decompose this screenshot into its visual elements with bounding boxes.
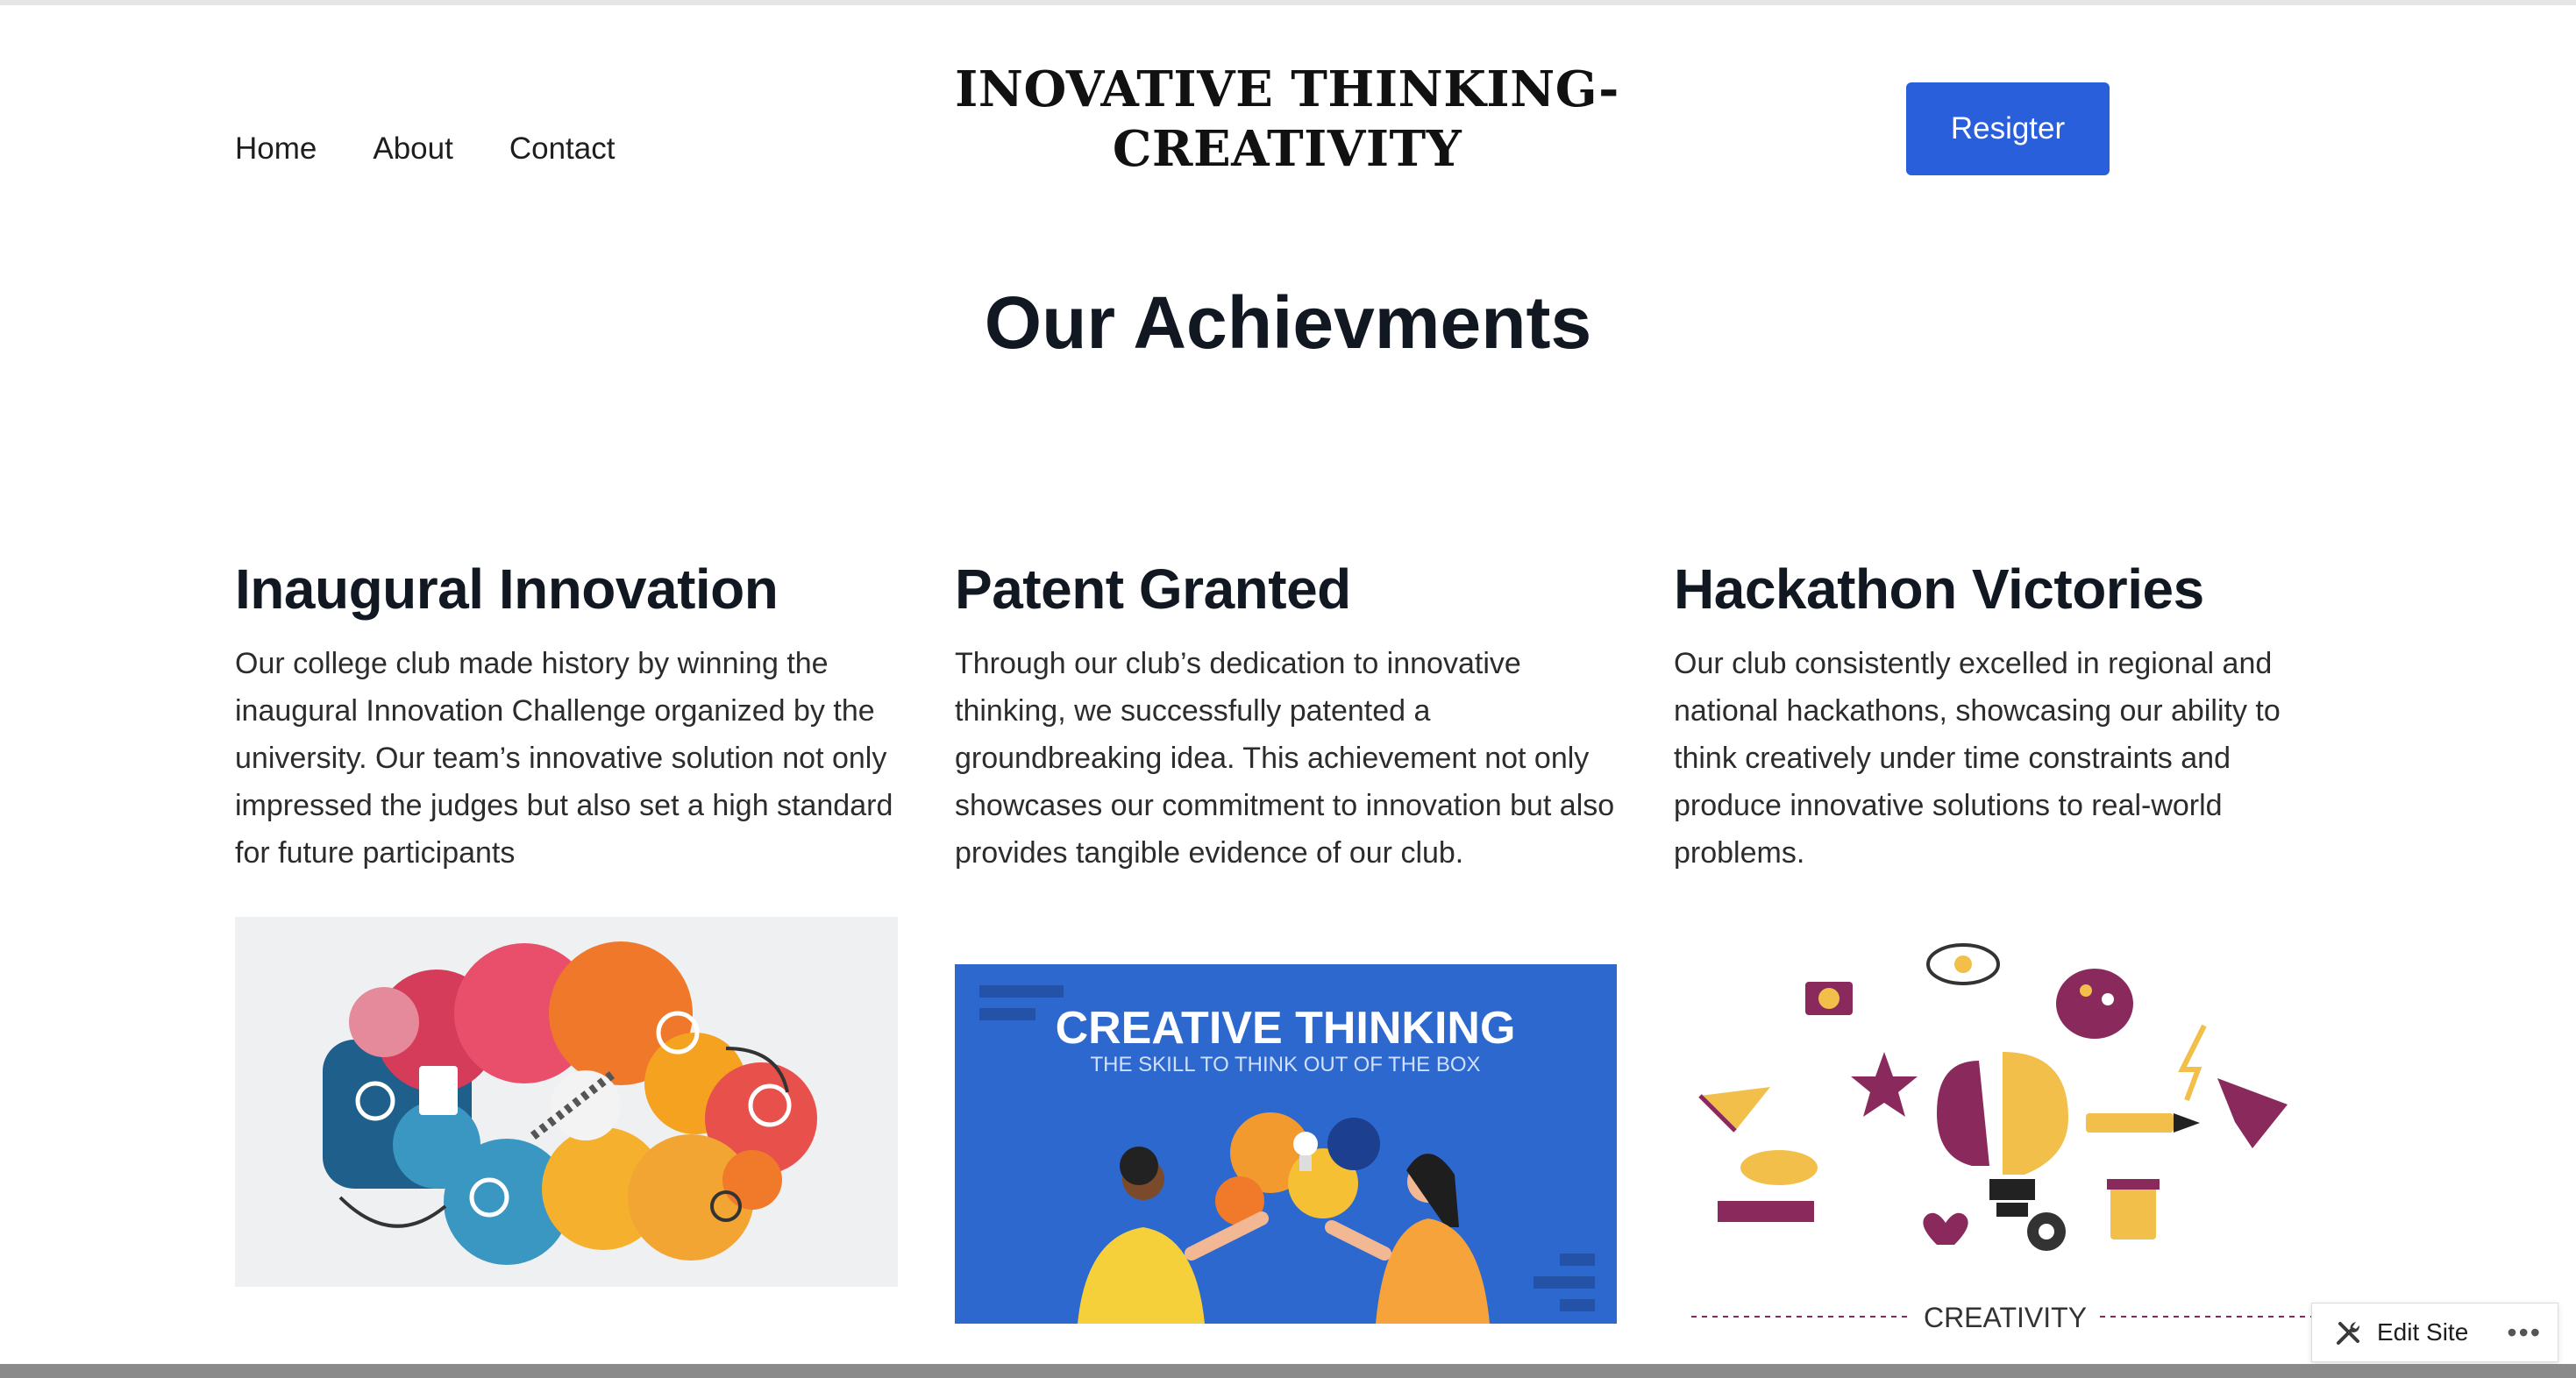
main-nav: Home About Contact — [235, 131, 615, 167]
banner-title: CREATIVE THINKING — [1056, 1003, 1516, 1054]
card-text: Our club consistently excelled in region… — [1674, 647, 2281, 870]
site-title-line-1: INOVATIVE THINKING- — [955, 60, 1619, 118]
top-border — [0, 0, 2576, 5]
page-title: Our Achievments — [984, 281, 1592, 364]
banner-subtitle: THE SKILL TO THINK OUT OF THE BOX — [1091, 1053, 1481, 1076]
nav-home[interactable]: Home — [235, 131, 317, 167]
nav-contact[interactable]: Contact — [509, 131, 616, 167]
creativity-caption: CREATIVITY — [1924, 1302, 2087, 1333]
card-heading: Inaugural Innovation — [235, 558, 779, 621]
more-options-icon[interactable]: ••• — [2507, 1317, 2542, 1349]
register-button[interactable]: Resigter — [1906, 82, 2110, 175]
creative-thinking-banner: CREATIVE THINKING THE SKILL TO THINK OUT… — [955, 964, 1617, 1324]
innovation-illustration — [235, 917, 898, 1287]
card-heading: Hackathon Victories — [1674, 558, 2204, 621]
nav-about[interactable]: About — [373, 131, 452, 167]
site-title[interactable]: INOVATIVE THINKING- CREATIVITY — [936, 60, 1638, 179]
achievement-card-1: Inaugural Innovation Our college club ma… — [235, 554, 898, 877]
site-title-line-2: CREATIVITY — [1112, 120, 1462, 178]
card-text: Our college club made history by winning… — [235, 647, 893, 870]
card-heading: Patent Granted — [955, 558, 1351, 621]
achievement-card-3: Hackathon Victories Our club consistentl… — [1674, 554, 2337, 877]
horizontal-scrollbar[interactable] — [0, 1364, 2576, 1378]
card-text: Through our club’s dedication to innovat… — [955, 647, 1615, 870]
admin-edit-bar: Edit Site ••• — [2311, 1303, 2558, 1362]
achievement-card-2: Patent Granted Through our club’s dedica… — [955, 554, 1618, 877]
edit-site-link[interactable]: Edit Site — [2377, 1318, 2468, 1346]
creativity-illustration: CREATIVITY — [1674, 920, 2337, 1334]
tools-icon — [2337, 1322, 2359, 1345]
